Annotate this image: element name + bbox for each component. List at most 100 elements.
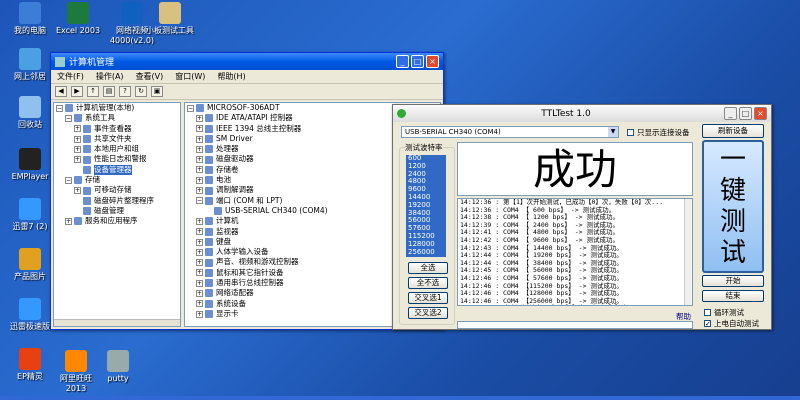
expand-icon[interactable]: − xyxy=(196,197,203,205)
checkbox-box[interactable] xyxy=(704,309,711,316)
computer-management-window[interactable]: 计算机管理 _ □ × 文件(F) 操作(A) 查看(V) 窗口(W) 帮助(H) ◀ … xyxy=(50,52,444,330)
minimize-icon[interactable]: _ xyxy=(724,107,737,120)
title-bar[interactable]: 计算机管理 _ □ × xyxy=(51,53,443,70)
desktop-icon[interactable]: 小板测试工具 xyxy=(144,2,196,36)
start-button[interactable]: 开始 xyxy=(702,275,764,287)
menu-item[interactable]: 文件(F) xyxy=(57,71,84,82)
refresh-icon[interactable]: ↻ xyxy=(135,86,147,97)
baud-option[interactable]: 256000 xyxy=(406,248,446,257)
desktop-icon[interactable]: 迅雷7 (2) xyxy=(4,198,56,232)
desktop-icon[interactable]: 回收站 xyxy=(4,96,56,130)
device-icon xyxy=(74,176,82,185)
cross-select-2-button[interactable]: 交叉选2 xyxy=(408,307,448,319)
desktop-icon[interactable]: 网上邻居 xyxy=(4,48,56,82)
tree-item[interactable]: − 系统工具 xyxy=(54,113,180,123)
baud-list[interactable]: 600 1200 2400 4800 9600 14400 19200 38400 56000 5… xyxy=(406,154,446,257)
desktop-icon[interactable]: Excel 2003 xyxy=(52,2,104,36)
vertical-scrollbar[interactable] xyxy=(684,199,692,305)
expand-icon[interactable]: + xyxy=(196,156,203,164)
loop-test-checkbox[interactable]: 循环测试 xyxy=(704,307,744,318)
expand-icon[interactable]: + xyxy=(196,248,203,256)
tree-item[interactable]: − 计算机管理(本地) xyxy=(54,103,180,113)
cross-select-1-button[interactable]: 交叉选1 xyxy=(408,292,448,304)
menu-item[interactable]: 操作(A) xyxy=(96,71,124,82)
checkbox-box[interactable]: ✓ xyxy=(704,320,711,328)
expand-icon[interactable]: + xyxy=(196,176,203,184)
expand-icon[interactable]: − xyxy=(56,104,63,112)
expand-icon[interactable]: + xyxy=(196,279,203,287)
forward-icon[interactable]: ▶ xyxy=(71,86,83,97)
expand-icon[interactable]: + xyxy=(196,310,203,318)
expand-icon[interactable]: + xyxy=(65,217,72,225)
expand-icon[interactable]: + xyxy=(196,135,203,143)
menu-item[interactable]: 查看(V) xyxy=(136,71,164,82)
expand-icon[interactable]: + xyxy=(196,289,203,297)
ttltest-window[interactable]: TTLTest 1.0 _ □ × USB-SERIAL CH340 (COM4… xyxy=(392,104,772,330)
expand-icon[interactable]: + xyxy=(196,238,203,246)
tree-item[interactable]: − 存储 xyxy=(54,175,180,185)
select-all-button[interactable]: 全选 xyxy=(408,262,448,274)
desktop-icon[interactable]: EMPlayer xyxy=(4,148,56,182)
expand-icon[interactable]: + xyxy=(74,156,81,164)
expand-icon[interactable]: + xyxy=(196,269,203,277)
tree-item[interactable]: + 可移动存储 xyxy=(54,185,180,195)
maximize-icon[interactable]: □ xyxy=(411,55,424,68)
expand-icon[interactable]: + xyxy=(74,135,81,143)
expand-icon[interactable]: + xyxy=(74,187,81,195)
expand-icon[interactable]: − xyxy=(187,104,194,112)
desktop-icon[interactable]: 我的电脑 xyxy=(4,2,56,36)
tree-item[interactable]: + 性能日志和警报 xyxy=(54,154,180,164)
up-icon[interactable]: ↑ xyxy=(87,86,99,97)
end-button[interactable]: 结束 xyxy=(702,290,764,302)
tree-item[interactable]: 磁盘碎片整理程序 xyxy=(54,196,180,206)
desktop-icon-image xyxy=(19,2,41,24)
expand-icon[interactable]: + xyxy=(196,187,203,195)
maximize-icon[interactable]: □ xyxy=(739,107,752,120)
one-key-test-button[interactable]: 一键测试 xyxy=(702,140,764,273)
auto-power-test-checkbox[interactable]: ✓ 上电自动测试 xyxy=(704,318,759,329)
minimize-icon[interactable]: _ xyxy=(396,55,409,68)
checkbox-box[interactable] xyxy=(627,129,634,136)
horizontal-scrollbar[interactable] xyxy=(54,319,180,326)
expand-icon[interactable]: + xyxy=(196,125,203,133)
expand-icon[interactable]: + xyxy=(74,145,81,153)
desktop-icon[interactable]: putty xyxy=(92,350,144,384)
desktop-icon[interactable]: EP精灵 xyxy=(4,348,56,382)
device-icon xyxy=(83,207,91,216)
tree-item[interactable]: + 事件查看器 xyxy=(54,124,180,134)
test-log[interactable]: 14:12:36 : 第【1】次开始测试，已成功【0】次，失败【0】次... 14… xyxy=(457,198,693,306)
only-connected-checkbox[interactable]: 只显示连接设备 xyxy=(627,127,690,138)
menu-item[interactable]: 窗口(W) xyxy=(175,71,205,82)
expand-icon[interactable]: − xyxy=(65,176,72,184)
menu-item[interactable]: 帮助(H) xyxy=(217,71,245,82)
properties-icon[interactable]: ▤ xyxy=(103,86,115,97)
close-icon[interactable]: × xyxy=(754,107,767,120)
expand-icon[interactable]: + xyxy=(196,166,203,174)
back-icon[interactable]: ◀ xyxy=(55,86,67,97)
tree-item[interactable]: + 本地用户和组 xyxy=(54,144,180,154)
help-icon[interactable]: ? xyxy=(119,86,131,97)
tree-item[interactable]: + 服务和应用程序 xyxy=(54,216,180,226)
update-driver-icon[interactable]: ▣ xyxy=(151,86,163,97)
title-bar[interactable]: TTLTest 1.0 _ □ × xyxy=(393,105,771,122)
console-tree[interactable]: − 计算机管理(本地) − 系统工具 + 事件查看器 + 共享文件夹 + 本地用户和组 + 性能日志和… xyxy=(53,102,181,327)
refresh-devices-button[interactable]: 刷新设备 xyxy=(702,124,764,138)
tree-item[interactable]: 磁盘管理 xyxy=(54,206,180,216)
desktop-icon[interactable]: 迅雷极速版 xyxy=(4,298,56,332)
expand-icon[interactable]: + xyxy=(196,300,203,308)
tree-item[interactable]: + 共享文件夹 xyxy=(54,134,180,144)
port-select[interactable]: USB-SERIAL CH340 (COM4) ▼ xyxy=(401,126,619,138)
expand-icon[interactable]: + xyxy=(74,125,81,133)
tree-item-label: 调制解调器 xyxy=(216,185,254,195)
expand-icon[interactable]: + xyxy=(196,145,203,153)
expand-icon[interactable]: + xyxy=(196,228,203,236)
tree-item[interactable]: 设备管理器 xyxy=(54,164,180,176)
chevron-down-icon[interactable]: ▼ xyxy=(608,127,618,137)
expand-icon[interactable]: − xyxy=(65,114,72,122)
expand-icon[interactable]: + xyxy=(196,114,203,122)
select-none-button[interactable]: 全不选 xyxy=(408,277,448,289)
desktop-icon[interactable]: 产品图片 xyxy=(4,248,56,282)
expand-icon[interactable]: + xyxy=(196,217,203,225)
expand-icon[interactable]: + xyxy=(196,259,203,267)
close-icon[interactable]: × xyxy=(426,55,439,68)
